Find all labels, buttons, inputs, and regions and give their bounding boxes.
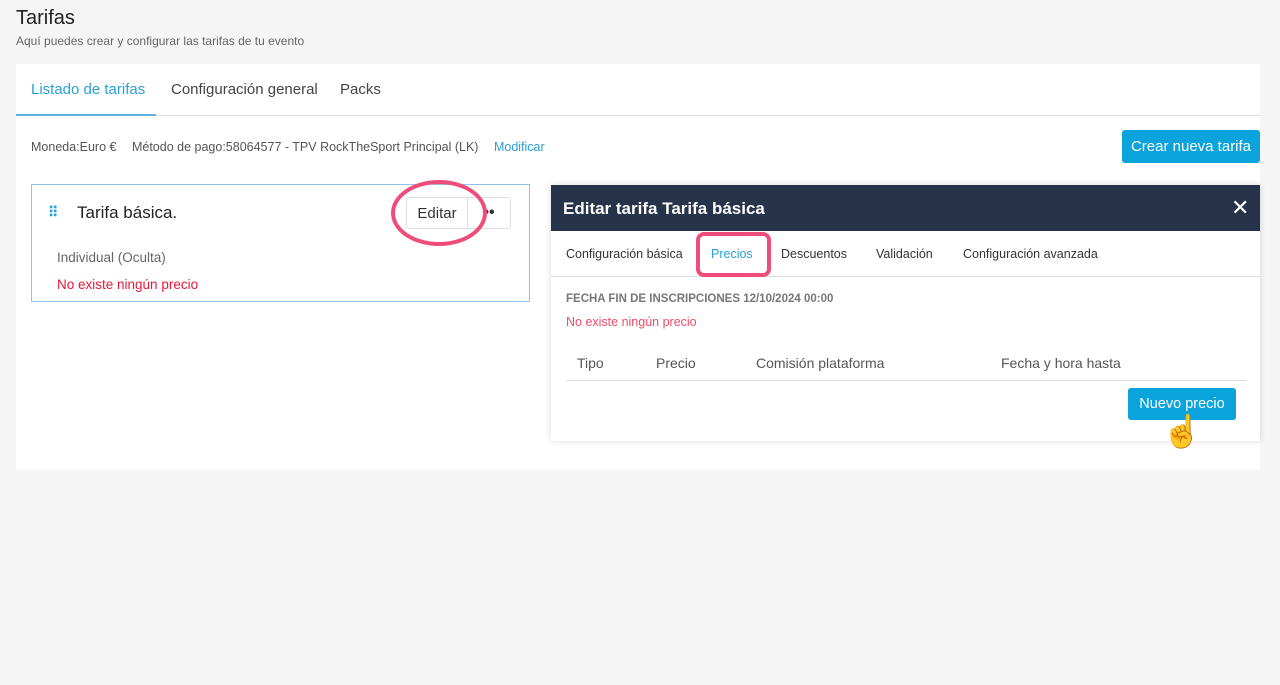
modify-link[interactable]: Modificar (494, 140, 545, 154)
column-header-comision: Comisión plataforma (756, 355, 885, 371)
modal-tab-configuracion-avanzada[interactable]: Configuración avanzada (963, 247, 1098, 261)
tarifa-title: Tarifa básica. (77, 203, 178, 222)
tab-divider (16, 115, 1260, 116)
deadline-label: FECHA FIN DE INSCRIPCIONES 12/10/2024 00… (566, 293, 834, 305)
column-header-precio: Precio (656, 355, 696, 371)
modal-tab-validacion[interactable]: Validación (876, 247, 933, 261)
payment-method-label: Método de pago:58064577 - TPV RockTheSpo… (131, 140, 479, 154)
page-subtitle: Aquí puedes crear y configurar las tarif… (16, 34, 305, 48)
pointer-hand-icon: ☝ (1162, 413, 1202, 449)
modal-tab-configuracion-basica[interactable]: Configuración básica (566, 247, 683, 261)
tab-listado[interactable]: Listado de tarifas (31, 81, 145, 98)
modal-title: Editar tarifa Tarifa básica (563, 199, 765, 218)
payment-info: Moneda:Euro € Método de pago:58064577 - … (31, 140, 557, 154)
tarifas-panel: Listado de tarifas Configuración general… (16, 64, 1260, 470)
highlight-box (696, 232, 771, 277)
no-price-warning: No existe ningún precio (57, 277, 199, 292)
modal-tab-descuentos[interactable]: Descuentos (781, 247, 847, 261)
tab-configuracion-general[interactable]: Configuración general (171, 81, 318, 98)
create-tarifa-button[interactable]: Crear nueva tarifa (1122, 130, 1260, 163)
currency-label: Moneda:Euro € (31, 140, 117, 154)
tarifa-type: Individual (Oculta) (57, 250, 166, 265)
page-title: Tarifas (16, 7, 75, 29)
tab-packs[interactable]: Packs (340, 81, 381, 98)
column-header-fecha: Fecha y hora hasta (1001, 355, 1121, 371)
modal-header: Editar tarifa Tarifa básica ✕ (551, 185, 1260, 231)
active-tab-indicator (16, 114, 156, 116)
no-price-warning: No existe ningún precio (566, 315, 697, 329)
drag-handle-icon[interactable]: ⠿ (48, 204, 58, 221)
table-divider (566, 380, 1246, 381)
highlight-circle (391, 180, 487, 246)
edit-tarifa-modal: Editar tarifa Tarifa básica ✕ Configurac… (551, 185, 1260, 441)
modal-tab-divider (551, 276, 1260, 277)
column-header-tipo: Tipo (577, 355, 604, 371)
close-icon[interactable]: ✕ (1231, 195, 1249, 221)
